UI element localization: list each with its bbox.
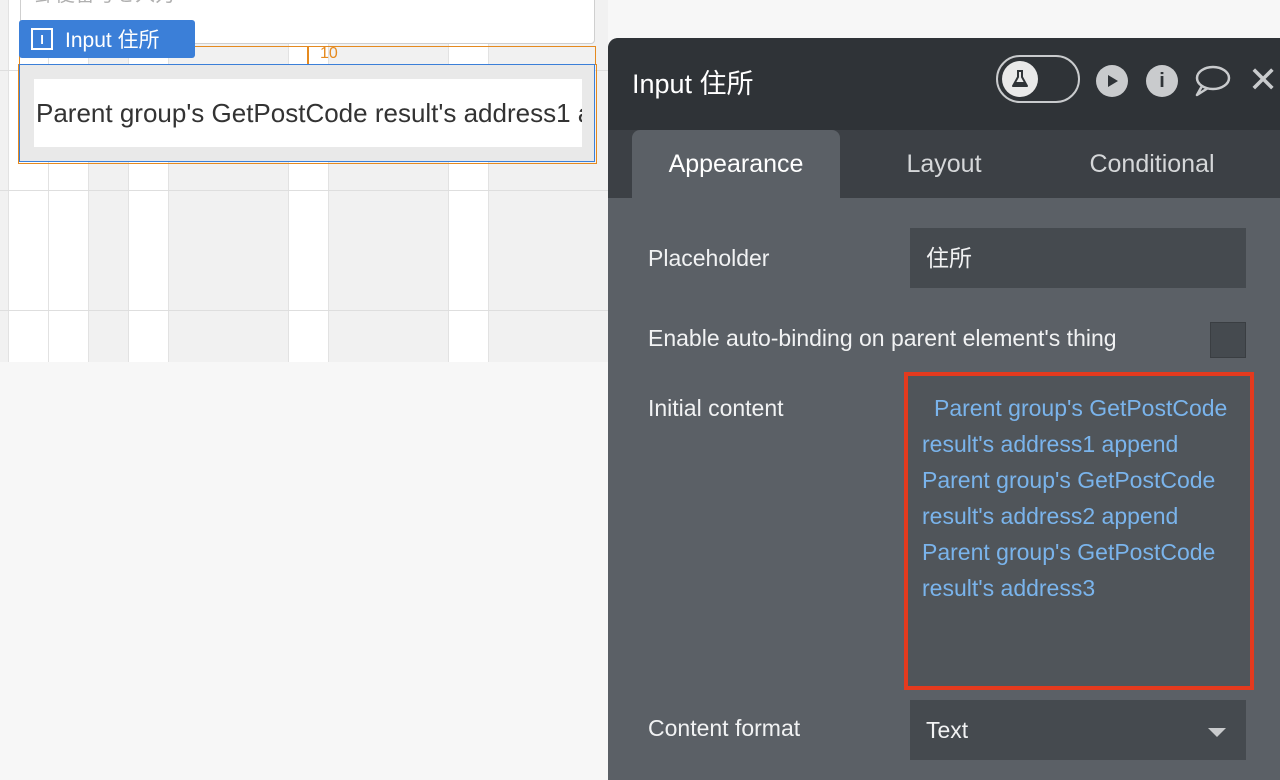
selected-input-preview-text: Parent group's GetPostCode result's addr… [34, 79, 582, 147]
content-format-label: Content format [648, 715, 801, 741]
placeholder-field[interactable]: 住所 [910, 228, 1246, 288]
selected-input-element[interactable]: Parent group's GetPostCode result's addr… [18, 64, 597, 164]
grid-line [8, 0, 9, 362]
autobinding-label: Enable auto-binding on parent element's … [648, 325, 1117, 351]
content-format-value: Text [926, 717, 969, 743]
chat-icon[interactable] [1193, 64, 1231, 103]
selected-element-name: Input 住所 [65, 29, 160, 52]
tab-conditional[interactable]: Conditional [1048, 130, 1256, 198]
postcode-input-placeholder: 郵便番号を入力 [35, 0, 580, 9]
chevron-down-icon [1208, 728, 1226, 737]
info-icon[interactable]: i [1146, 65, 1178, 97]
selected-element-label[interactable]: I Input 住所 [19, 20, 195, 58]
panel-header: Input 住所 i ✕ [608, 38, 1280, 130]
close-icon[interactable]: ✕ [1248, 60, 1278, 100]
panel-title: Input 住所 [632, 69, 754, 99]
panel-tabs: Appearance Layout Conditional [608, 130, 1280, 198]
experimental-toggle[interactable] [996, 55, 1080, 103]
play-icon[interactable] [1096, 65, 1128, 97]
property-editor-panel: Input 住所 i ✕ Appearance Layout Condition… [608, 38, 1280, 780]
initial-content-field[interactable]: Parent group's GetPostCode result's addr… [904, 372, 1254, 690]
placeholder-label: Placeholder [648, 245, 770, 271]
autobinding-checkbox[interactable] [1210, 322, 1246, 358]
grid-line [0, 190, 608, 191]
input-element-icon: I [31, 28, 53, 50]
grid-line [0, 310, 608, 311]
initial-content-expression[interactable]: Parent group's GetPostCode result's addr… [922, 390, 1232, 606]
grid-column [0, 0, 8, 362]
initial-content-label: Initial content [648, 395, 784, 421]
spacing-divider [307, 47, 309, 65]
selection-outline: Parent group's GetPostCode result's addr… [19, 64, 595, 162]
content-format-select[interactable]: Text [910, 700, 1246, 760]
editor-canvas[interactable]: 郵便番号を入力 10 Parent group's GetPostCode re… [0, 0, 608, 362]
flask-icon [1002, 61, 1038, 97]
tab-appearance[interactable]: Appearance [632, 130, 840, 198]
spacing-value: 10 [320, 45, 338, 62]
tab-layout[interactable]: Layout [840, 130, 1048, 198]
